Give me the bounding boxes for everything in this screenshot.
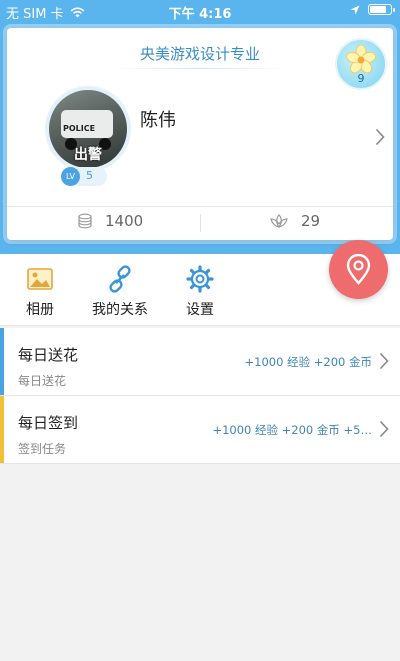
task-daily-checkin[interactable]: 每日签到 签到任务 +1000 经验 +200 金币 +5…: [0, 396, 400, 464]
level-value: 5: [86, 169, 93, 182]
task-subtitle: 每日送花: [18, 374, 67, 388]
coins-value: 1400: [105, 212, 144, 230]
battery-icon: [368, 4, 395, 15]
relations-label: 我的关系: [92, 302, 148, 318]
avatar-caption: 出警: [74, 147, 102, 163]
chevron-right-icon: [379, 352, 389, 370]
task-accent-bar: [0, 328, 4, 395]
task-subtitle: 签到任务: [18, 442, 67, 456]
location-fab[interactable]: [329, 240, 388, 299]
task-title: 每日签到: [18, 414, 79, 432]
album-button[interactable]: 相册: [5, 264, 75, 319]
lotus-icon: [270, 214, 288, 229]
task-reward: +1000 经验 +200 金币 +5…: [212, 423, 372, 437]
user-name: 陈伟: [140, 110, 176, 131]
flower-icon: [346, 45, 376, 74]
stat-separator: [200, 214, 201, 232]
photo-album-icon: [27, 268, 53, 290]
coins-icon: [78, 213, 92, 229]
chevron-right-icon[interactable]: [375, 128, 385, 146]
battery-fill: [370, 6, 386, 13]
task-title: 每日送花: [18, 346, 79, 364]
flowers-value: 29: [301, 212, 321, 230]
title-underline: [112, 68, 288, 69]
avatar-car-text: POLICE: [63, 124, 96, 133]
level-badge: LV 5: [61, 167, 107, 186]
coins-stat[interactable]: 1400: [77, 212, 143, 230]
relations-button[interactable]: 我的关系: [85, 264, 155, 319]
avatar[interactable]: POLICE 出警: [45, 86, 131, 172]
settings-button[interactable]: 设置: [165, 264, 235, 319]
chevron-right-icon: [379, 420, 389, 438]
location-arrow-icon: [350, 5, 360, 14]
card-divider: [7, 206, 393, 207]
flower-badge[interactable]: 9: [335, 38, 387, 90]
profile-card[interactable]: 央美游戏设计专业 9 POLICE 出警 陈伟 LV 5 1400 29: [7, 28, 393, 240]
flower-badge-count: 9: [357, 72, 365, 85]
status-time: 下午 4:16: [168, 7, 232, 22]
map-pin-icon: [346, 254, 371, 285]
task-reward: +1000 经验 +200 金币: [244, 355, 372, 369]
task-daily-flower[interactable]: 每日送花 每日送花 +1000 经验 +200 金币: [0, 328, 400, 396]
flowers-stat[interactable]: 29: [269, 212, 320, 230]
settings-label: 设置: [186, 302, 214, 318]
gear-icon: [186, 265, 214, 293]
task-accent-bar: [0, 396, 4, 463]
link-icon: [109, 265, 131, 293]
level-prefix: LV: [61, 167, 80, 186]
status-bar: 无 SIM 卡 下午 4:16: [0, 0, 400, 22]
album-label: 相册: [26, 302, 54, 318]
